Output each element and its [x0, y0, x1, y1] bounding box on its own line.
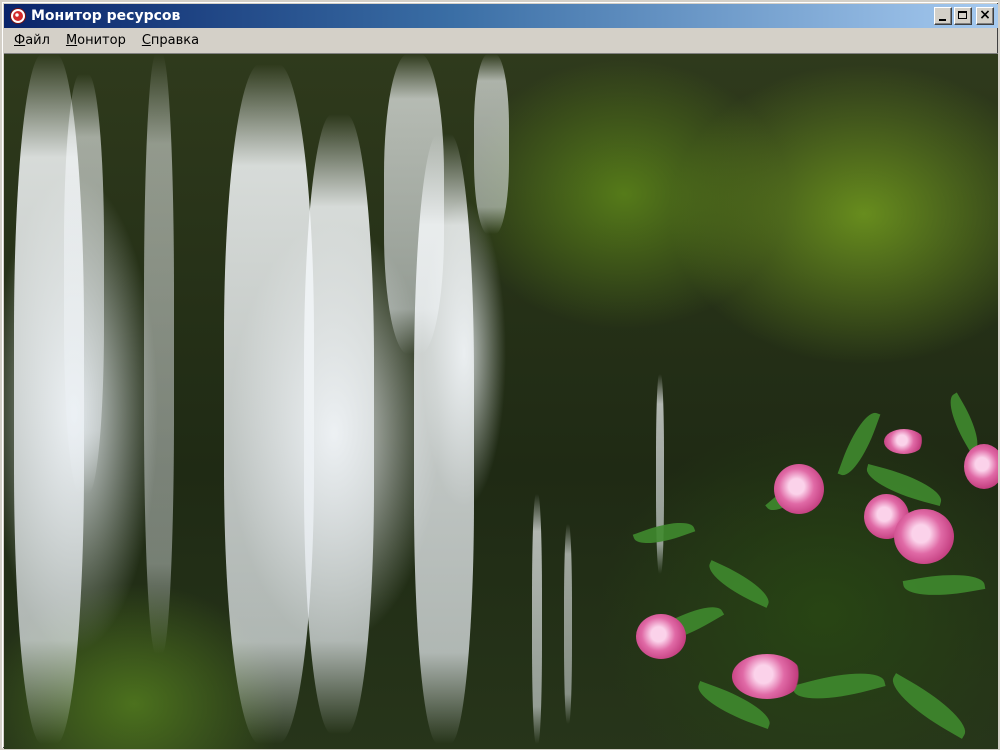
maximize-icon: [958, 11, 967, 19]
menu-help[interactable]: Справка: [134, 31, 207, 50]
close-button[interactable]: ×: [976, 7, 994, 25]
menu-file[interactable]: Файл: [4, 31, 58, 50]
waterfall-photo: [4, 53, 998, 749]
menu-bar: Файл Монитор Справка: [4, 30, 998, 51]
minimize-icon: [939, 19, 946, 21]
close-icon: ×: [979, 7, 991, 23]
minimize-button[interactable]: [934, 7, 952, 25]
caption-buttons: ×: [934, 7, 994, 25]
title-bar[interactable]: Монитор ресурсов ×: [4, 4, 998, 28]
window-title: Монитор ресурсов: [31, 8, 181, 24]
maximize-button[interactable]: [954, 7, 972, 25]
app-window: Монитор ресурсов × Файл Монитор Справка: [0, 0, 1000, 750]
waterfall-streaks: [4, 54, 998, 749]
menu-monitor[interactable]: Монитор: [58, 31, 134, 50]
resource-monitor-app-icon[interactable]: [10, 8, 26, 24]
